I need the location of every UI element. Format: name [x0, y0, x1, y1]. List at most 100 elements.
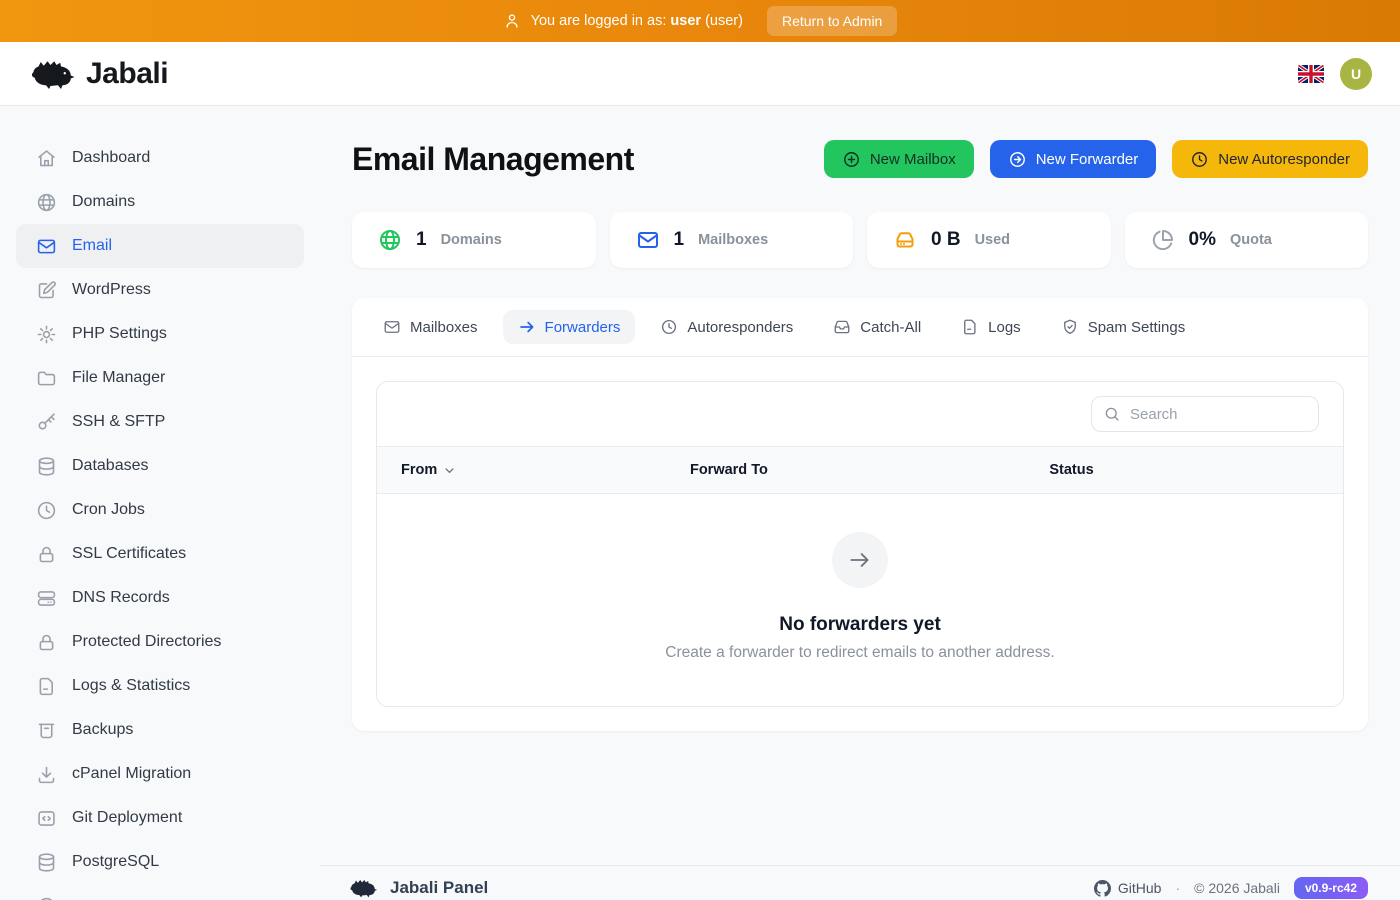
- stat-label: Used: [975, 232, 1010, 248]
- globe-icon: [378, 228, 402, 252]
- empty-state: No forwarders yet Create a forwarder to …: [377, 494, 1343, 706]
- person-icon: [503, 12, 521, 30]
- sidebar-item-label: cPanel Migration: [72, 765, 191, 783]
- edit-icon: [36, 280, 57, 301]
- shield-check-icon: [1061, 318, 1079, 336]
- sidebar: Dashboard Domains Email WordPress PHP Se…: [0, 106, 320, 900]
- language-flag-icon[interactable]: [1298, 65, 1324, 83]
- sidebar-item-ssl-certificates[interactable]: SSL Certificates: [16, 532, 304, 576]
- sidebar-item-label: File Manager: [72, 369, 165, 387]
- mail-icon: [36, 236, 57, 257]
- column-header-status: Status: [1049, 462, 1343, 478]
- arrow-right-icon: [847, 547, 873, 573]
- tab-logs[interactable]: Logs: [946, 310, 1036, 344]
- lock-icon: [36, 544, 57, 565]
- sidebar-item-ssh-sftp[interactable]: SSH & SFTP: [16, 400, 304, 444]
- home-icon: [36, 148, 57, 169]
- sidebar-item-label: Email: [72, 237, 112, 255]
- logged-in-banner: You are logged in as: user (user) Return…: [0, 0, 1400, 42]
- sidebar-item-logs-statistics[interactable]: Logs & Statistics: [16, 664, 304, 708]
- sidebar-item-dns-records[interactable]: DNS Records: [16, 576, 304, 620]
- sidebar-item-partial[interactable]: [16, 884, 304, 900]
- sidebar-item-protected-directories[interactable]: Protected Directories: [16, 620, 304, 664]
- stat-value: 0%: [1189, 229, 1216, 251]
- sidebar-item-backups[interactable]: Backups: [16, 708, 304, 752]
- stats-row: 1 Domains 1 Mailboxes 0 B Used 0% Quota: [352, 212, 1368, 268]
- boar-logo-icon: [28, 56, 76, 92]
- sidebar-item-label: PostgreSQL: [72, 853, 159, 871]
- tab-mailboxes[interactable]: Mailboxes: [368, 310, 493, 344]
- gear-icon: [36, 324, 57, 345]
- folder-icon: [36, 368, 57, 389]
- forwarders-table-card: From Forward To Status No forwarders yet…: [376, 381, 1344, 707]
- sidebar-item-dashboard[interactable]: Dashboard: [16, 136, 304, 180]
- tab-forwarders[interactable]: Forwarders: [503, 310, 636, 344]
- sidebar-item-git-deployment[interactable]: Git Deployment: [16, 796, 304, 840]
- stat-label: Mailboxes: [698, 232, 768, 248]
- search-input[interactable]: [1091, 396, 1319, 432]
- brand-name: Jabali: [86, 57, 168, 91]
- inbox-icon: [833, 318, 851, 336]
- sidebar-item-label: DNS Records: [72, 589, 170, 607]
- database-icon: [36, 456, 57, 477]
- mail-icon: [636, 228, 660, 252]
- chevron-down-icon: [442, 463, 457, 478]
- sidebar-item-label: Cron Jobs: [72, 501, 145, 519]
- footer-copyright: © 2026 Jabali: [1194, 880, 1280, 896]
- stat-card-used: 0 B Used: [867, 212, 1111, 268]
- sidebar-item-domains[interactable]: Domains: [16, 180, 304, 224]
- stat-value: 1: [416, 229, 427, 251]
- sidebar-item-wordpress[interactable]: WordPress: [16, 268, 304, 312]
- file-icon: [961, 318, 979, 336]
- app-header: Jabali U: [0, 42, 1400, 106]
- brand: Jabali: [28, 56, 168, 92]
- table-header-row: From Forward To Status: [377, 446, 1343, 494]
- download-icon: [36, 764, 57, 785]
- new-mailbox-button[interactable]: New Mailbox: [824, 140, 974, 178]
- sidebar-item-label: Domains: [72, 193, 135, 211]
- return-to-admin-button[interactable]: Return to Admin: [767, 6, 897, 36]
- sidebar-item-label: WordPress: [72, 281, 151, 299]
- sidebar-item-php-settings[interactable]: PHP Settings: [16, 312, 304, 356]
- boar-logo-icon: [348, 877, 378, 899]
- sidebar-item-cpanel-migration[interactable]: cPanel Migration: [16, 752, 304, 796]
- column-header-from[interactable]: From: [377, 462, 690, 478]
- sidebar-item-file-manager[interactable]: File Manager: [16, 356, 304, 400]
- tab-spam-settings[interactable]: Spam Settings: [1046, 310, 1201, 344]
- sidebar-item-databases[interactable]: Databases: [16, 444, 304, 488]
- database-icon: [36, 852, 57, 873]
- sidebar-item-label: PHP Settings: [72, 325, 167, 343]
- stat-label: Quota: [1230, 232, 1272, 248]
- stat-value: 0 B: [931, 229, 961, 251]
- key-icon: [36, 412, 57, 433]
- clock-icon: [660, 318, 678, 336]
- clock-icon: [1190, 150, 1209, 169]
- sidebar-item-label: Git Deployment: [72, 809, 182, 827]
- new-forwarder-button[interactable]: New Forwarder: [990, 140, 1157, 178]
- stat-card-mailboxes: 1 Mailboxes: [610, 212, 854, 268]
- file-icon: [36, 676, 57, 697]
- circle-icon: [36, 896, 57, 900]
- clock-icon: [36, 500, 57, 521]
- globe-icon: [36, 192, 57, 213]
- column-header-forward-to: Forward To: [690, 462, 1049, 478]
- user-avatar[interactable]: U: [1340, 58, 1372, 90]
- archive-icon: [36, 720, 57, 741]
- footer-separator: ·: [1175, 880, 1180, 896]
- lock-icon: [36, 632, 57, 653]
- stat-label: Domains: [441, 232, 502, 248]
- sidebar-item-label: Dashboard: [72, 149, 150, 167]
- new-autoresponder-button[interactable]: New Autoresponder: [1172, 140, 1368, 178]
- sidebar-item-label: Protected Directories: [72, 633, 221, 651]
- tab-autoresponders[interactable]: Autoresponders: [645, 310, 808, 344]
- sidebar-item-postgresql[interactable]: PostgreSQL: [16, 840, 304, 884]
- empty-state-subtitle: Create a forwarder to redirect emails to…: [665, 644, 1054, 662]
- github-link[interactable]: GitHub: [1094, 880, 1162, 897]
- github-icon: [1094, 880, 1111, 897]
- pie-chart-icon: [1151, 228, 1175, 252]
- sidebar-item-cron-jobs[interactable]: Cron Jobs: [16, 488, 304, 532]
- tab-catch-all[interactable]: Catch-All: [818, 310, 936, 344]
- stat-value: 1: [674, 229, 685, 251]
- sidebar-item-email[interactable]: Email: [16, 224, 304, 268]
- sidebar-item-label: SSL Certificates: [72, 545, 186, 563]
